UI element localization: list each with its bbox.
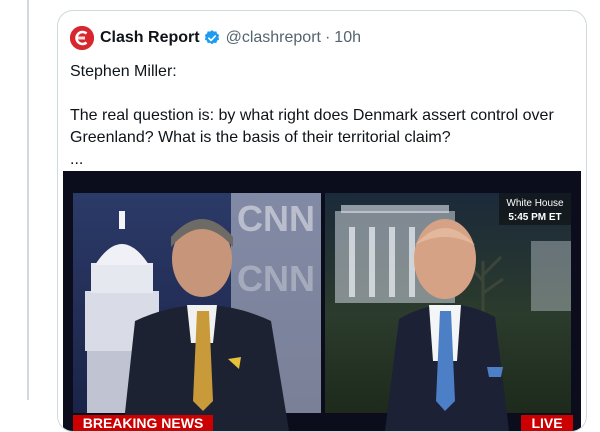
video-player[interactable]: CNN CNN BREAKING NEWS LIVE White House 5…: [63, 171, 581, 431]
tweet-text-line: Stephen Miller:: [70, 63, 177, 80]
tweet-text-line: Greenland? What is the basis of their te…: [70, 129, 451, 146]
separator-dot: ·: [324, 29, 331, 46]
timestamp[interactable]: 10h: [334, 29, 361, 47]
quoted-tweet-card[interactable]: Clash Report @clashreport · 10h Stephen …: [57, 10, 587, 432]
handle[interactable]: @clashreport: [226, 29, 321, 47]
video-frame: CNN CNN BREAKING NEWS LIVE White House 5…: [73, 193, 573, 431]
cnn-watermark: CNN: [237, 198, 315, 239]
verified-badge-icon: [204, 30, 219, 45]
thread-line: [27, 0, 29, 400]
avatar[interactable]: [70, 26, 94, 50]
live-label: LIVE: [531, 415, 562, 431]
tweet-text-line: The real question is: by what right does…: [70, 107, 554, 124]
tweet-header: Clash Report @clashreport · 10h: [70, 25, 361, 51]
tweet-text-blank-line: [70, 83, 575, 105]
clash-report-logo-icon: [70, 26, 94, 50]
location-label: White House: [506, 198, 564, 209]
display-name[interactable]: Clash Report: [100, 29, 200, 47]
breaking-news-label: BREAKING NEWS: [83, 415, 204, 431]
tweet-text-line: ...: [70, 151, 84, 168]
cnn-watermark: CNN: [237, 258, 315, 299]
time-label: 5:45 PM ET: [508, 212, 561, 223]
tweet-text: Stephen Miller: The real question is: by…: [70, 61, 575, 171]
